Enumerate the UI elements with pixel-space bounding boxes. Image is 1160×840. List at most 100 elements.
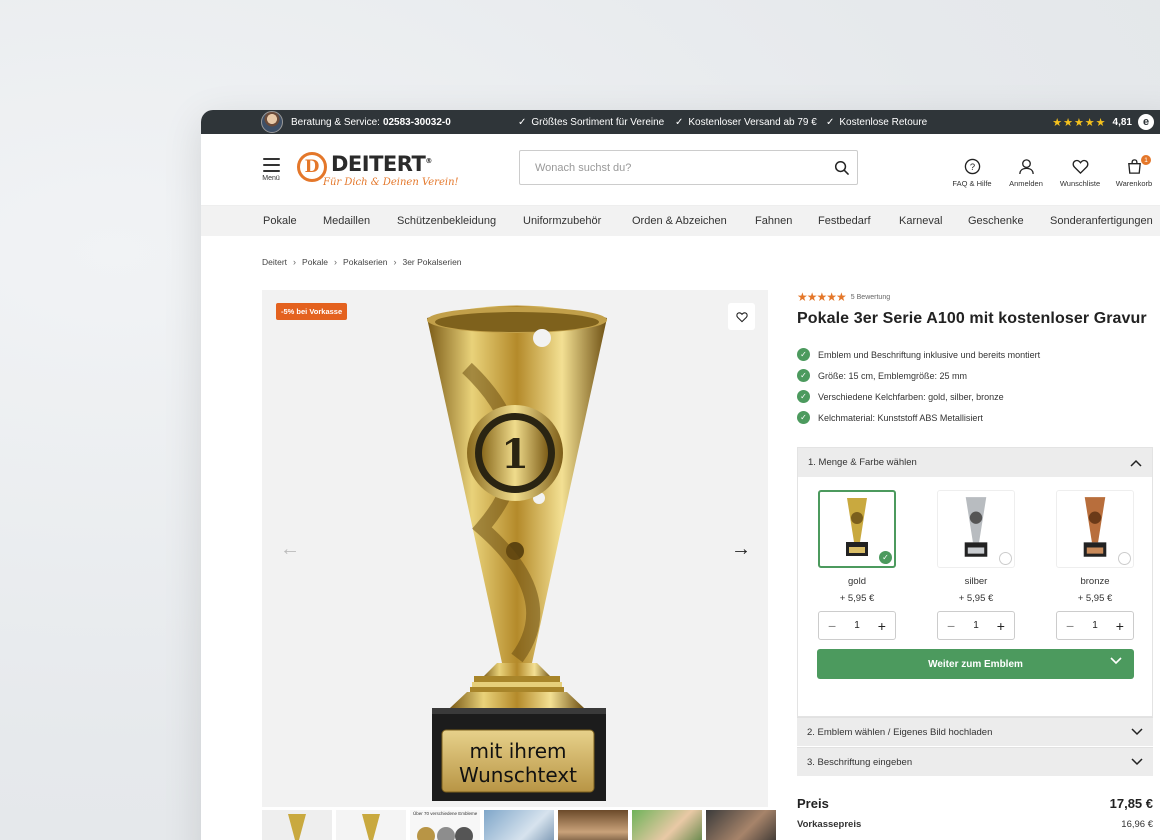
search-input[interactable] [520,151,825,184]
thumbnail-photo-2[interactable] [558,810,628,840]
step-emblem: 2. Emblem wählen / Eigenes Bild hochlade… [797,717,1153,746]
feature-item: ✓ Größe: 15 cm, Emblemgröße: 25 mm [797,365,1157,386]
trophy-product-image: 1 mit ihrem Wunschtext [427,305,607,801]
price-label: Preis [797,796,829,811]
site-header: Menü D DEITERT® Für Dich & Deinen Verein… [201,134,1160,206]
product-info: ★★★★★ 5 Bewertung Pokale 3er Serie A100 … [797,290,1157,428]
step-2-title: 2. Emblem wählen / Eigenes Bild hochlade… [807,726,993,738]
quantity-value[interactable]: 1 [854,620,860,631]
color-option-bronze[interactable]: bronze + 5,95 € − 1 + [1055,490,1135,640]
breadcrumb-current: 3er Pokalserien [402,257,462,267]
login-button[interactable]: Anmelden [999,158,1053,188]
nav-item-sonderanfertigungen[interactable]: Sonderanfertigungen [1050,215,1153,227]
check-icon: ✓ [675,116,684,128]
breadcrumb-item[interactable]: Pokale [302,257,328,267]
nav-item-schuetzenbekleidung[interactable]: Schützenbekleidung [397,215,496,227]
usp-shipping: ✓ Kostenloser Versand ab 79 € [675,117,817,128]
cart-icon [1127,159,1141,174]
top-service-bar: Beratung & Service: 02583-30032-0 ✓ Größ… [201,110,1160,134]
thumbnail-photo-1[interactable] [484,810,554,840]
add-to-wishlist-button[interactable] [728,303,755,330]
deitert-logo[interactable]: D DEITERT® Für Dich & Deinen Verein! [297,150,459,190]
color-price: + 5,95 € [1077,593,1113,604]
chevron-up-icon [1130,459,1142,467]
nav-item-uniformzubehoer[interactable]: Uniformzubehör [523,215,601,227]
breadcrumb-item[interactable]: Pokalserien [343,257,387,267]
nav-item-pokale[interactable]: Pokale [263,215,297,227]
thumbnail-gold-2[interactable] [336,810,406,840]
main-navigation: Pokale Medaillen Schützenbekleidung Unif… [201,206,1160,236]
chevron-right-icon: › [393,257,397,267]
thumbnail-photo-4[interactable] [706,810,776,840]
nav-item-karneval[interactable]: Karneval [899,215,942,227]
quantity-value[interactable]: 1 [1092,620,1098,631]
previous-image-button[interactable]: ← [280,538,300,561]
quantity-value[interactable]: 1 [973,620,979,631]
check-circle-icon: ✓ [797,411,810,424]
service-label: Beratung & Service: [291,116,380,128]
cart-button[interactable]: 1 Warenkorb [1107,155,1160,188]
increase-button[interactable]: + [878,618,886,634]
decrease-button[interactable]: − [828,618,836,634]
menu-button[interactable]: Menü [261,158,281,182]
nav-item-fahnen[interactable]: Fahnen [755,215,792,227]
hamburger-icon [262,158,280,172]
heart-icon [1072,159,1088,175]
advisor-avatar [261,111,283,133]
search-icon[interactable] [825,151,857,184]
thumbnail-caption: Über 70 verschiedene Embleme [413,811,478,816]
step-3-title: 3. Beschriftung eingeben [807,756,913,768]
check-circle-icon: ✓ [797,390,810,403]
trusted-shops-icon[interactable]: e [1138,114,1154,130]
feature-text: Verschiedene Kelchfarben: gold, silber, … [818,391,1004,402]
logo-slogan: Für Dich & Deinen Verein! [323,177,459,188]
prepay-price-row: Vorkassepreis 16,96 € [797,819,1153,830]
login-label: Anmelden [1009,179,1043,188]
nav-item-medaillen[interactable]: Medaillen [323,215,370,227]
usp-assortment: ✓ Größtes Sortiment für Vereine [518,117,664,128]
radio-icon [1118,552,1131,565]
increase-button[interactable]: + [997,618,1005,634]
decrease-button[interactable]: − [947,618,955,634]
decrease-button[interactable]: − [1066,618,1074,634]
color-option-silber[interactable]: silber + 5,95 € − 1 + [936,490,1016,640]
service-phone[interactable]: 02583-30032-0 [383,117,451,128]
color-name: gold [848,576,866,587]
step-2-header[interactable]: 2. Emblem wählen / Eigenes Bild hochlade… [797,717,1153,746]
help-icon: ? [964,158,980,175]
step-1-header[interactable]: 1. Menge & Farbe wählen [798,448,1152,477]
usp-label: Kostenloser Versand ab 79 € [688,116,817,128]
feature-text: Emblem und Beschriftung inklusive und be… [818,349,1041,360]
rating-stars: ★★★★★ [797,290,847,304]
color-name: bronze [1080,576,1110,587]
thumbnail-gold[interactable] [262,810,332,840]
rating-score: 4,81 [1112,116,1132,128]
increase-button[interactable]: + [1116,618,1124,634]
product-rating[interactable]: ★★★★★ 5 Bewertung [797,290,1157,304]
check-circle-icon: ✓ [797,348,810,361]
nav-item-geschenke[interactable]: Geschenke [968,215,1024,227]
continue-to-emblem-button[interactable]: Weiter zum Emblem [817,649,1134,679]
chevron-down-icon [1131,758,1143,766]
svg-text:?: ? [969,162,974,173]
nav-item-orden[interactable]: Orden & Abzeichen [632,215,727,227]
color-option-gold[interactable]: ✓ gold + 5,95 € − 1 + [817,490,897,640]
breadcrumb-item[interactable]: Deitert [262,257,287,267]
check-icon: ✓ [518,116,527,128]
next-image-button[interactable]: → [731,538,751,561]
nav-item-festbedarf[interactable]: Festbedarf [818,215,871,227]
step-3-header[interactable]: 3. Beschriftung eingeben [797,747,1153,776]
feature-list: ✓ Emblem und Beschriftung inklusive und b… [797,344,1157,428]
step-inscription: 3. Beschriftung eingeben [797,747,1153,776]
service-contact[interactable]: Beratung & Service: 02583-30032-0 [261,111,451,133]
plate-line-2: Wunschtext [459,763,577,787]
faq-button[interactable]: ? FAQ & Hilfe [945,158,999,188]
wishlist-label: Wunschliste [1059,179,1101,188]
color-price: + 5,95 € [839,593,875,604]
color-image-gold: ✓ [818,490,896,568]
shop-rating[interactable]: ★★★★★ 4,81 e [1052,114,1154,130]
feature-item: ✓ Emblem und Beschriftung inklusive und b… [797,344,1157,365]
wishlist-button[interactable]: Wunschliste [1053,158,1107,188]
thumbnail-photo-3[interactable] [632,810,702,840]
thumbnail-emblems[interactable]: Über 70 verschiedene Embleme [410,810,480,840]
